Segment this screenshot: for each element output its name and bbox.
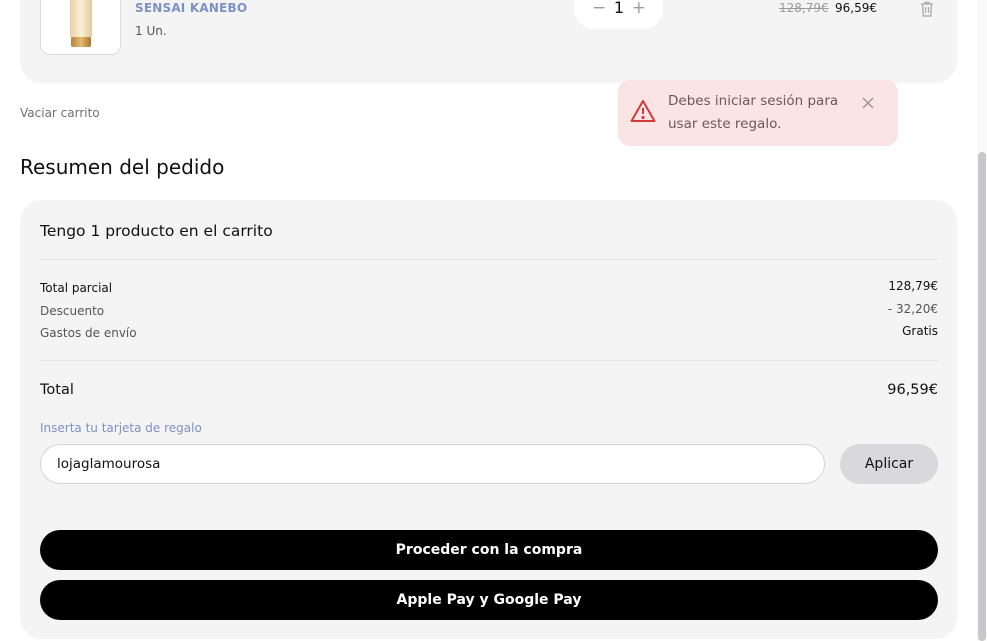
gift-card-input[interactable]: [40, 444, 825, 484]
product-units: 1 Un.: [135, 24, 167, 38]
trash-icon[interactable]: [918, 0, 936, 18]
summary-title: Resumen del pedido: [20, 155, 225, 179]
discount-value: - 32,20€: [887, 302, 938, 316]
subtotal-label: Total parcial: [40, 281, 113, 295]
increase-quantity-button[interactable]: +: [632, 0, 646, 18]
scrollbar-thumb[interactable]: [978, 152, 986, 641]
discount-label: Descuento: [40, 304, 105, 318]
divider: [40, 360, 938, 361]
order-summary-card: [20, 200, 957, 639]
shipping-value: Gratis: [902, 324, 938, 338]
quantity-stepper: − 1 +: [574, 0, 663, 29]
product-tube-image: [70, 0, 92, 39]
apply-gift-card-button[interactable]: Aplicar: [840, 444, 938, 484]
wallet-pay-button[interactable]: Apple Pay y Google Pay: [40, 580, 938, 620]
subtotal-value: 128,79€: [888, 279, 938, 293]
login-required-toast: Debes iniciar sesión para usar este rega…: [618, 80, 898, 146]
divider: [40, 259, 938, 260]
product-cap-image: [71, 37, 91, 47]
total-value: 96,59€: [887, 382, 938, 398]
total-label: Total: [40, 382, 74, 398]
empty-cart-link[interactable]: Vaciar carrito: [20, 106, 100, 120]
cart-count-text: Tengo 1 producto en el carrito: [40, 222, 273, 240]
original-price: 128,79€: [779, 1, 829, 15]
close-icon[interactable]: [861, 96, 875, 110]
product-brand[interactable]: SENSAI KANEBO: [135, 1, 247, 15]
gift-card-label: Inserta tu tarjeta de regalo: [40, 421, 202, 435]
discounted-price: 96,59€: [835, 1, 877, 15]
checkout-button[interactable]: Proceder con la compra: [40, 530, 938, 570]
quantity-value: 1: [613, 0, 625, 17]
toast-message: Debes iniciar sesión para usar este rega…: [668, 93, 839, 132]
decrease-quantity-button[interactable]: −: [592, 0, 606, 18]
product-thumbnail[interactable]: [40, 0, 121, 55]
shipping-label: Gastos de envío: [40, 326, 137, 340]
warning-triangle-icon: [630, 100, 656, 122]
